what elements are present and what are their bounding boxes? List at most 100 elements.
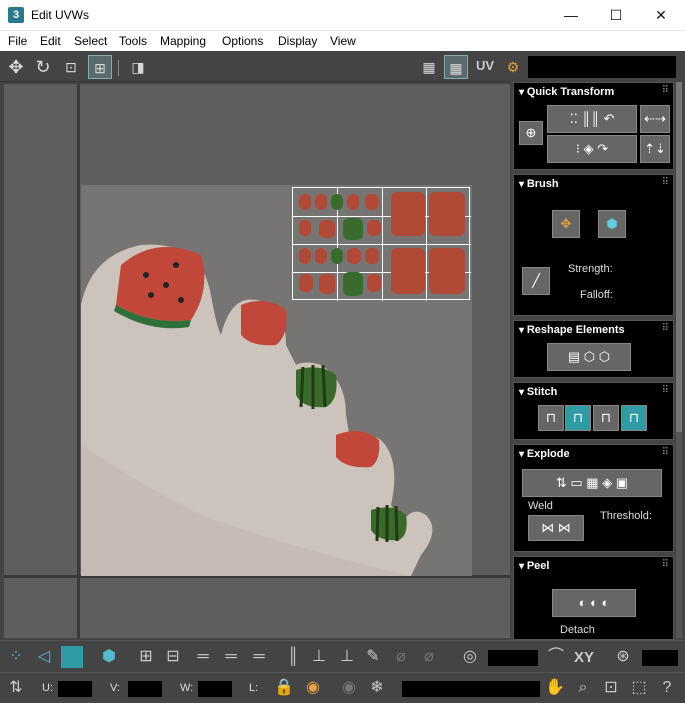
quick-transform-title[interactable]: Quick Transform [519,86,614,98]
uv-mode-label[interactable]: UV [476,58,494,73]
xy-axis-label[interactable]: XY [574,649,594,666]
straighten-selection-icon[interactable]: ▤ ⬡ ⬡ [547,343,631,371]
freeform-mode-icon[interactable]: ⊞ [88,55,112,79]
settings-icon[interactable]: ⚙ [501,55,525,79]
mirror-icon[interactable]: ◨ [126,55,150,79]
brush-size-icon[interactable]: ╱ [522,267,550,295]
falloff-value-field[interactable] [488,650,538,666]
reshape-elements-title[interactable]: Reshape Elements [519,324,625,336]
relax-brush-icon[interactable]: ⬢ [598,210,626,238]
unhide-icon[interactable]: ◉ [338,677,360,699]
u-value-field[interactable] [58,681,92,697]
menu-bar: File Edit Select Tools Mapping Options D… [0,31,685,51]
rollout-grip-icon[interactable]: ⠿ [662,323,669,334]
zoom-icon[interactable]: ⌕ [572,677,594,699]
align-center-icon[interactable]: ⊕ [519,121,543,145]
menu-mapping[interactable]: Mapping [160,34,206,48]
panel-scroll-thumb[interactable] [676,82,682,432]
ring-select-icon[interactable]: ═ [220,646,242,668]
zoom-region-icon[interactable]: ⊡ [600,677,622,699]
pin-add-icon[interactable]: ⊥ [308,646,330,668]
rollout-grip-icon[interactable]: ⠿ [662,447,669,458]
edge-loop-icon[interactable]: ═ [248,646,270,668]
select-edge-icon[interactable]: ◁ [33,646,55,668]
uv-nail-tile [299,274,313,292]
paint-shrink-icon[interactable]: ⌀ [418,646,440,668]
stitch-to-source-icon[interactable]: ⊓ [565,405,591,431]
uv-viewport[interactable] [4,84,510,638]
pin-remove-icon[interactable]: ⊥ [336,646,358,668]
absolute-mode-icon[interactable]: ⇅ [5,677,27,699]
stitch-to-average-icon[interactable]: ⊓ [593,405,619,431]
menu-tools[interactable]: Tools [119,34,147,48]
zoom-extents-icon[interactable]: ⬚ [628,677,650,699]
menu-file[interactable]: File [8,34,27,48]
rollout-grip-icon[interactable]: ⠿ [662,385,669,396]
lock-icon[interactable]: 🔒 [273,677,295,699]
falloff-curve-icon[interactable]: ⌒ [545,646,567,668]
edge-distance-field[interactable] [642,650,678,666]
peel-tools-icon[interactable]: ◐ ◐ ◐ [552,589,636,617]
texture-dropdown[interactable] [528,56,676,78]
u-label: U: [42,682,53,694]
explode-tools-icon[interactable]: ⇅ ▭ ▦ ◈ ▣ [522,469,662,497]
peel-title[interactable]: Peel [519,560,550,572]
explode-title[interactable]: Explode [519,448,570,460]
close-button[interactable]: ✕ [638,0,684,31]
scale-icon[interactable]: ⊡ [59,55,83,79]
stitch-title[interactable]: Stitch [519,386,558,398]
space-horizontal-icon[interactable]: ⇠⇢ [640,105,670,133]
loop-select-icon[interactable]: ═ [192,646,214,668]
w-value-field[interactable] [198,681,232,697]
align-row-2-icon[interactable]: ⁝ ◈ ↷ [547,135,637,163]
pin-toggle-icon[interactable]: ║ [282,646,304,668]
paint-pin-icon[interactable]: ✥ [552,210,580,238]
uv-layout-island[interactable] [292,187,471,301]
weld-label: Weld [528,500,553,512]
select-face-icon[interactable] [61,646,83,668]
v-value-field[interactable] [128,681,162,697]
explode-rollout: Explode ⠿ ⇅ ▭ ▦ ◈ ▣ Weld Threshold: ⋈ ⋈ [513,444,674,552]
space-vertical-icon[interactable]: ⇡⇣ [640,135,670,163]
uv-nail-tile [343,272,363,296]
shrink-selection-icon[interactable]: ⊟ [162,646,184,668]
maximize-button[interactable]: ☐ [593,0,639,31]
rollout-grip-icon[interactable]: ⠿ [662,85,669,96]
move-icon[interactable]: ✥ [4,55,28,79]
select-vertex-icon[interactable]: ⁘ [5,646,27,668]
hide-icon[interactable]: ◉ [302,677,324,699]
edge-distance-icon[interactable]: ⊛ [612,646,634,668]
menu-edit[interactable]: Edit [40,34,61,48]
brush-title[interactable]: Brush [519,178,559,190]
weld-tools-icon[interactable]: ⋈ ⋈ [528,515,584,541]
align-row-1-icon[interactable]: ⁚⁚ ║║ ↶ [547,105,637,133]
freeze-icon[interactable]: ❄ [366,677,388,699]
uv-nail-tile [319,274,335,294]
rotate-icon[interactable]: ↻ [31,55,55,79]
rollout-grip-icon[interactable]: ⠿ [662,559,669,570]
soft-selection-icon[interactable]: ◎ [459,646,481,668]
uv-nail-tile [331,248,343,264]
stitch-to-target-icon[interactable]: ⊓ [621,405,647,431]
uv-nail-tile [391,192,425,236]
menu-options[interactable]: Options [222,34,263,48]
stitch-custom-icon[interactable]: ⊓ [538,405,564,431]
pan-icon[interactable]: ✋ [544,677,566,699]
checker-pattern-icon[interactable]: ▦ [417,55,441,79]
rollout-grip-icon[interactable]: ⠿ [662,177,669,188]
quick-transform-rollout: Quick Transform ⠿ ⊕ ⁚⁚ ║║ ↶ ⁝ ◈ ↷ ⇠⇢ ⇡⇣ [513,82,674,170]
paint-select-icon[interactable]: ✎ [362,646,384,668]
menu-display[interactable]: Display [278,34,317,48]
selection-info-field[interactable] [402,681,540,697]
paint-grow-icon[interactable]: ⌀ [390,646,412,668]
reshape-elements-rollout: Reshape Elements ⠿ ▤ ⬡ ⬡ [513,320,674,378]
show-map-icon[interactable]: ▦ [444,55,468,79]
grow-selection-icon[interactable]: ⊞ [135,646,157,668]
menu-select[interactable]: Select [74,34,107,48]
menu-view[interactable]: View [330,34,356,48]
minimize-button[interactable]: — [548,0,594,31]
uv-nail-tile [367,220,381,236]
select-element-icon[interactable]: ⬢ [98,646,120,668]
peel-rollout: Peel ⠿ ◐ ◐ ◐ Detach [513,556,674,640]
help-icon[interactable]: ? [656,677,678,699]
